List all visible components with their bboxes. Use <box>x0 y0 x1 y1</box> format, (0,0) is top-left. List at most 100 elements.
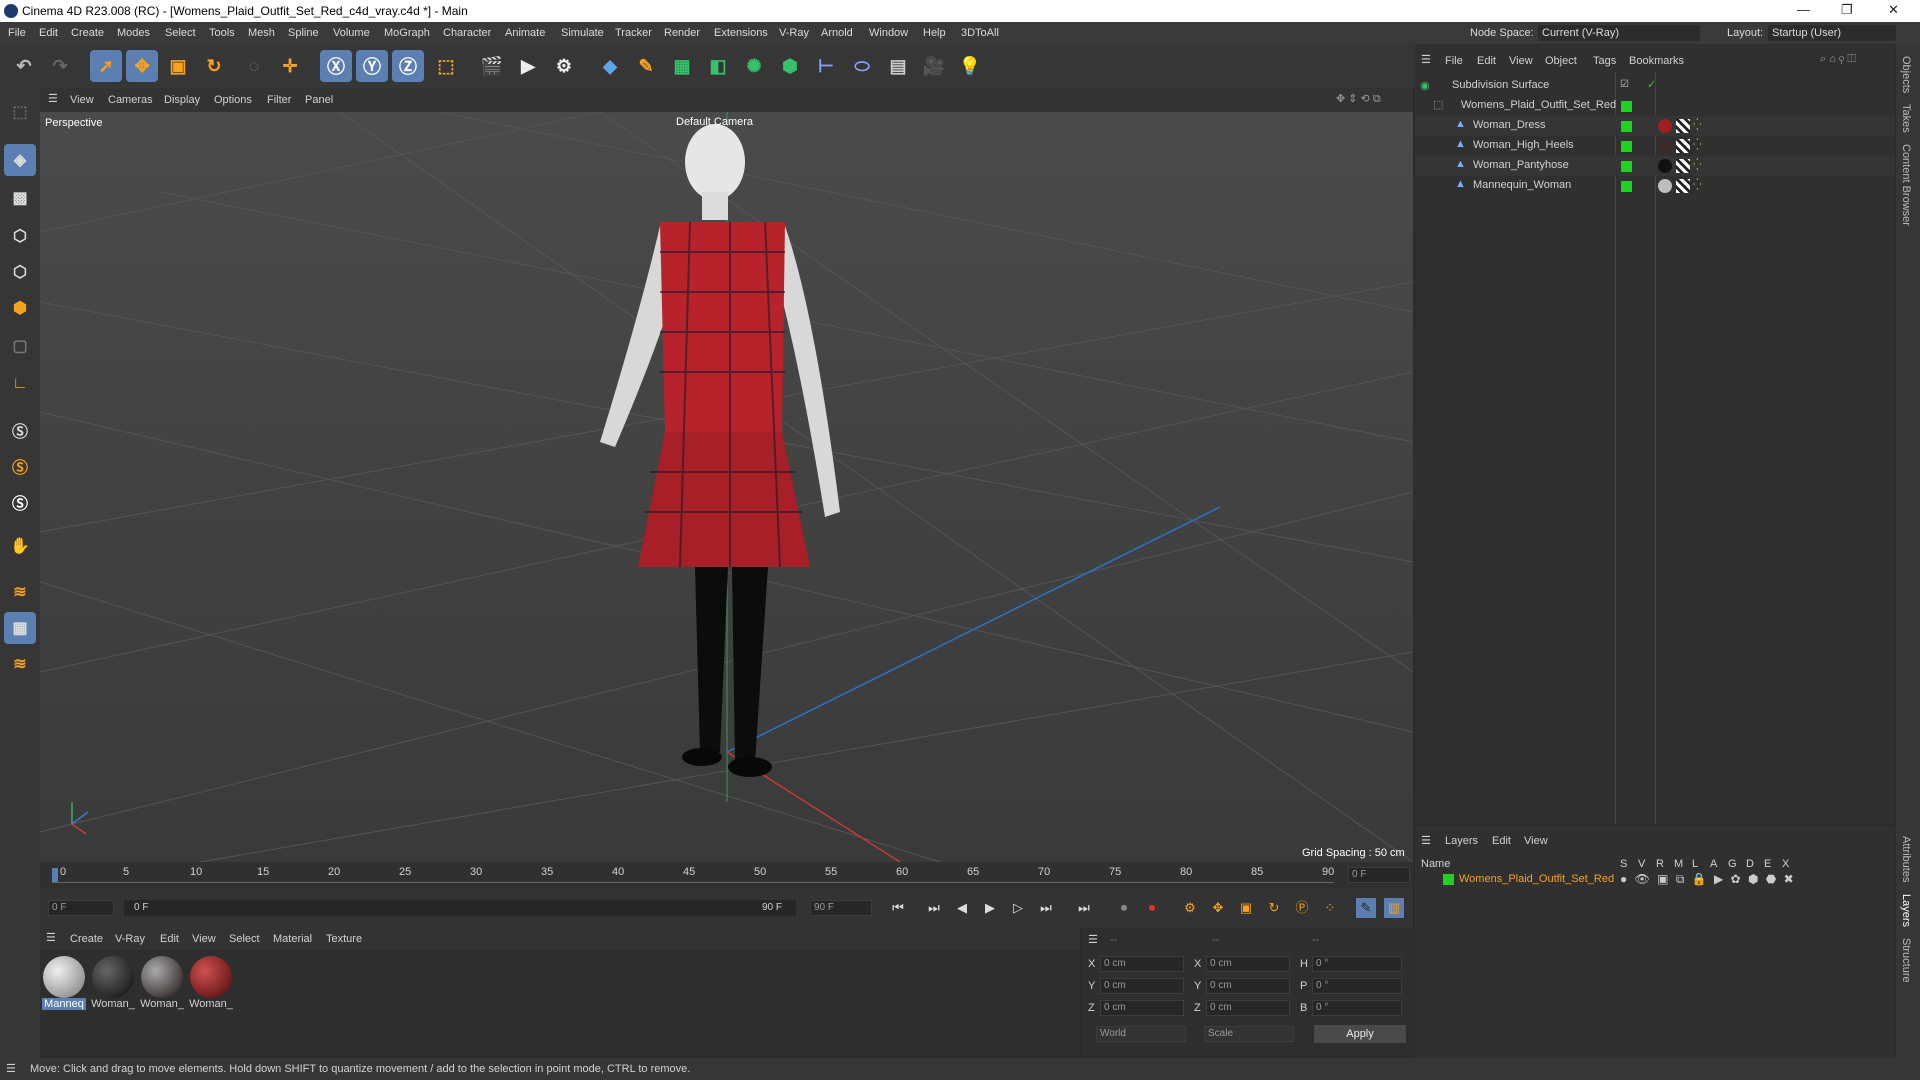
pen-spline-icon[interactable]: ✎ <box>630 50 662 82</box>
rotation-key-icon[interactable]: ↻ <box>1264 898 1284 918</box>
menu-render[interactable]: Render <box>664 27 700 39</box>
transform-icon[interactable]: ✛ <box>274 50 306 82</box>
obj-menu-tags[interactable]: Tags <box>1593 55 1616 67</box>
size-z-field[interactable]: 0 cm <box>1206 1000 1290 1016</box>
undo-icon[interactable]: ↶ <box>8 50 40 82</box>
mat-menu-texture[interactable]: Texture <box>326 933 362 945</box>
timeline-icon[interactable]: ▥ <box>1384 898 1404 918</box>
z-axis-icon[interactable]: Ⓩ <box>392 50 424 82</box>
size-mode-dropdown[interactable]: Scale <box>1204 1026 1294 1042</box>
y-axis-icon[interactable]: Ⓨ <box>356 50 388 82</box>
cloner-icon[interactable]: ✺ <box>738 50 770 82</box>
obj-menu-bookmarks[interactable]: Bookmarks <box>1629 55 1684 67</box>
layer-color-swatch[interactable] <box>1443 874 1454 885</box>
material-label[interactable]: Woman_ <box>140 998 184 1010</box>
vray-tag-icon[interactable]: ⁛ <box>1693 158 1702 171</box>
enabled-check-icon[interactable]: ✓ <box>1647 78 1656 91</box>
select-tool-icon[interactable]: ➚ <box>90 50 122 82</box>
tweak-icon[interactable]: ✋ <box>4 530 36 562</box>
tab-layers[interactable]: Layers <box>1900 894 1912 927</box>
tree-item-woman-high-heels[interactable]: ▲ Woman_High_Heels ⁛ <box>1415 136 1895 156</box>
layers-menu-view[interactable]: View <box>1524 835 1548 847</box>
obj-menu-file[interactable]: File <box>1445 55 1463 67</box>
tree-item-subdivision-surface[interactable]: ◉ Subdivision Surface ☑ ✓ <box>1415 76 1895 96</box>
vp-menu-view[interactable]: View <box>70 94 94 106</box>
make-editable-icon[interactable]: ⬚ <box>4 96 36 128</box>
next-frame-icon[interactable]: ▷ <box>1008 898 1028 918</box>
status-hamburger-icon[interactable]: ☰ <box>6 1062 16 1075</box>
grid-icon[interactable]: ▦ <box>4 612 36 644</box>
play-icon[interactable]: ▶ <box>980 898 1000 918</box>
current-frame-field[interactable]: 0 F <box>1348 867 1410 883</box>
perspective-viewport[interactable]: Perspective Default Camera Grid Spacing … <box>40 112 1413 862</box>
material-swatch[interactable] <box>92 956 134 998</box>
material-swatch[interactable] <box>141 956 183 998</box>
hamburger-icon[interactable]: ☰ <box>48 92 58 105</box>
menu-tools[interactable]: Tools <box>209 27 235 39</box>
uv-mode-icon[interactable]: ▢ <box>4 330 36 362</box>
menu-animate[interactable]: Animate <box>505 27 545 39</box>
material-tag-icon[interactable] <box>1658 159 1672 173</box>
layers-hamburger-icon[interactable]: ☰ <box>1421 834 1431 847</box>
layers-menu-edit[interactable]: Edit <box>1492 835 1511 847</box>
keyframe-selection-icon[interactable]: ⚙ <box>1180 898 1200 918</box>
tab-structure[interactable]: Structure <box>1900 938 1912 983</box>
scale-tool-icon[interactable]: ▣ <box>162 50 194 82</box>
menu-spline[interactable]: Spline <box>288 27 319 39</box>
vray-tag-icon[interactable]: ⁛ <box>1693 118 1702 131</box>
vp-menu-options[interactable]: Options <box>214 94 252 106</box>
rotate-tool-icon[interactable]: ↻ <box>198 50 230 82</box>
obj-hamburger-icon[interactable]: ☰ <box>1421 53 1431 66</box>
layer-color-swatch[interactable] <box>1621 181 1632 192</box>
menu-edit[interactable]: Edit <box>39 27 58 39</box>
texture-tag-icon[interactable] <box>1676 119 1690 133</box>
menu-help[interactable]: Help <box>923 27 946 39</box>
mat-menu-material[interactable]: Material <box>273 933 312 945</box>
go-to-start-icon[interactable]: ⏮ <box>888 898 908 918</box>
mat-menu-create[interactable]: Create <box>70 933 103 945</box>
menu-window[interactable]: Window <box>869 27 908 39</box>
material-label[interactable]: Woman_ <box>91 998 135 1010</box>
obj-menu-object[interactable]: Object <box>1545 55 1577 67</box>
texture-tag-icon[interactable] <box>1676 179 1690 193</box>
motion-path-icon[interactable]: ✎ <box>1356 898 1376 918</box>
menu-mograph[interactable]: MoGraph <box>384 27 430 39</box>
apply-button[interactable]: Apply <box>1314 1025 1406 1043</box>
locked-workplane-icon[interactable]: ≋ <box>4 648 36 680</box>
workplane-icon[interactable]: ≋ <box>4 576 36 608</box>
viewport-nav-icons[interactable]: ✥ ⇕ ⟲ ⧉ <box>1336 92 1381 106</box>
mat-hamburger-icon[interactable]: ☰ <box>46 931 56 944</box>
subdivision-icon[interactable]: ▦ <box>666 50 698 82</box>
menu-file[interactable]: File <box>8 27 26 39</box>
texture-mode-icon[interactable]: ▩ <box>4 182 36 214</box>
rot-p-field[interactable]: 0 ° <box>1312 978 1402 994</box>
menu-simulate[interactable]: Simulate <box>561 27 604 39</box>
mat-menu-edit[interactable]: Edit <box>160 933 179 945</box>
mat-menu-vray[interactable]: V-Ray <box>115 933 145 945</box>
menu-vray[interactable]: V-Ray <box>779 27 809 39</box>
tab-content-browser[interactable]: Content Browser <box>1900 144 1912 226</box>
quantize-icon[interactable]: Ⓢ <box>4 486 36 518</box>
prev-frame-icon[interactable]: ◀ <box>952 898 972 918</box>
camera-icon[interactable]: 🎥 <box>918 50 950 82</box>
layers-menu-layers[interactable]: Layers <box>1445 835 1478 847</box>
edges-mode-icon[interactable]: ⬡ <box>4 256 36 288</box>
obj-search-icons[interactable]: ⌕ ⌂ ⚲ ◫ <box>1820 53 1856 66</box>
menu-arnold[interactable]: Arnold <box>821 27 853 39</box>
pos-y-field[interactable]: 0 cm <box>1100 978 1184 994</box>
pos-z-field[interactable]: 0 cm <box>1100 1000 1184 1016</box>
edit-check-icon[interactable]: ☑ <box>1620 79 1629 90</box>
deformer-icon[interactable]: ⬢ <box>774 50 806 82</box>
mat-menu-view[interactable]: View <box>192 933 216 945</box>
pos-x-field[interactable]: 0 cm <box>1100 956 1184 972</box>
menu-extensions[interactable]: Extensions <box>714 27 768 39</box>
tree-item-mannequin-woman[interactable]: ▲ Mannequin_Woman ⁛ <box>1415 176 1895 196</box>
layer-color-swatch[interactable] <box>1621 161 1632 172</box>
size-y-field[interactable]: 0 cm <box>1206 978 1290 994</box>
snap-icon[interactable]: Ⓢ <box>4 414 36 446</box>
close-button[interactable]: ✕ <box>1888 2 1899 18</box>
polygons-mode-icon[interactable]: ⬢ <box>4 292 36 324</box>
prev-key-icon[interactable]: ⏭ <box>924 898 944 918</box>
vp-menu-cameras[interactable]: Cameras <box>108 94 153 106</box>
node-space-dropdown[interactable]: Current (V-Ray) <box>1538 25 1700 41</box>
